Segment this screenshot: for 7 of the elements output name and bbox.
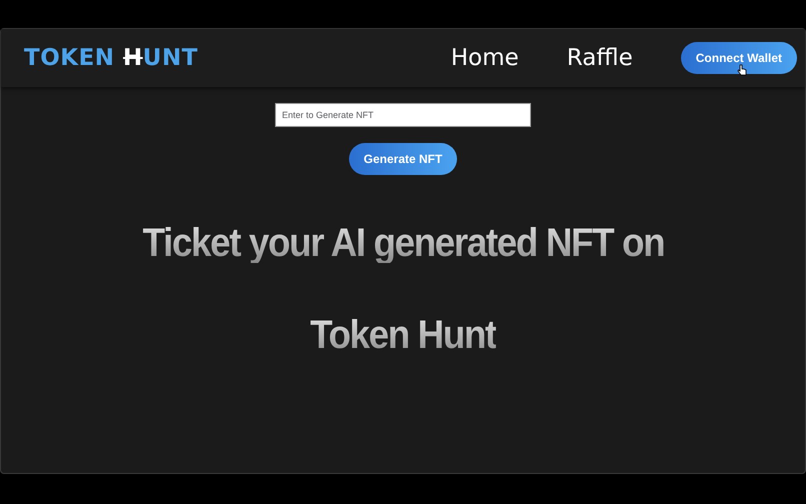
nav-link[interactable]: Home: [450, 40, 519, 76]
generate-nft-button[interactable]: Generate NFT: [348, 143, 458, 175]
logo[interactable]: TOKEN HUNT: [24, 40, 198, 76]
nft-prompt-field[interactable]: Enter to Generate NFT: [275, 103, 531, 127]
nav-link[interactable]: Raffle: [566, 40, 633, 76]
pointer-cursor-icon: [737, 64, 747, 76]
connect-wallet-button[interactable]: Connect Wallet: [680, 42, 797, 74]
